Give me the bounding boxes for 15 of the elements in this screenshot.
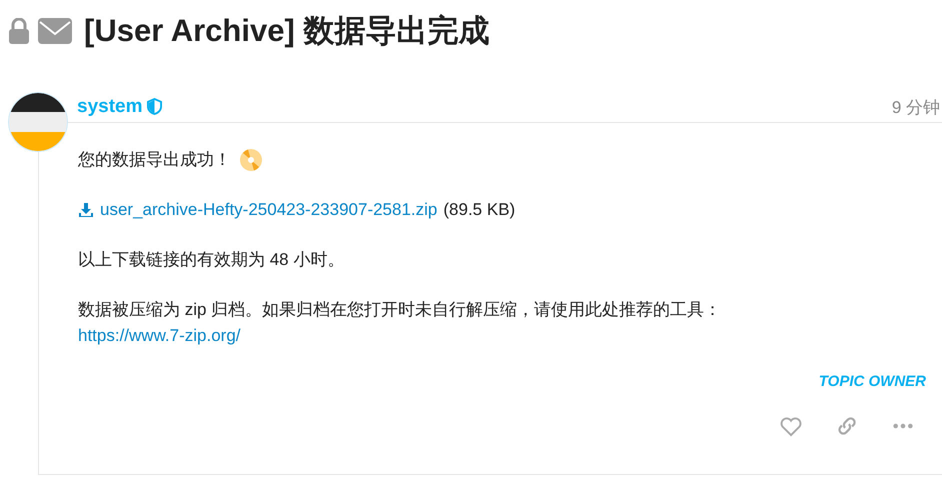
message-text: 数据被压缩为 zip 归档。如果归档在您打开时未自行解压缩，请使用此处推荐的工具： xyxy=(78,299,722,321)
link-icon[interactable] xyxy=(836,415,858,437)
message-text: 以上下载链接的有效期为 48 小时。 xyxy=(78,249,344,271)
disc-icon xyxy=(239,148,263,172)
message-text: 您的数据导出成功！ xyxy=(78,149,231,171)
more-icon[interactable] xyxy=(892,422,914,430)
owner-label: TOPIC OWNER xyxy=(818,373,926,390)
tool-link[interactable]: https://www.7-zip.org/ xyxy=(78,326,241,345)
post-time[interactable]: 9 分钟 xyxy=(892,96,940,118)
username-link[interactable]: system xyxy=(77,96,142,118)
download-link[interactable]: user_archive-Hefty-250423-233907-2581.zip xyxy=(78,197,438,223)
topic-title[interactable]: [User Archive] 数据导出完成 xyxy=(84,10,490,52)
file-size: (89.5 KB) xyxy=(443,199,516,221)
heart-icon[interactable] xyxy=(779,416,803,436)
download-icon xyxy=(78,202,94,218)
